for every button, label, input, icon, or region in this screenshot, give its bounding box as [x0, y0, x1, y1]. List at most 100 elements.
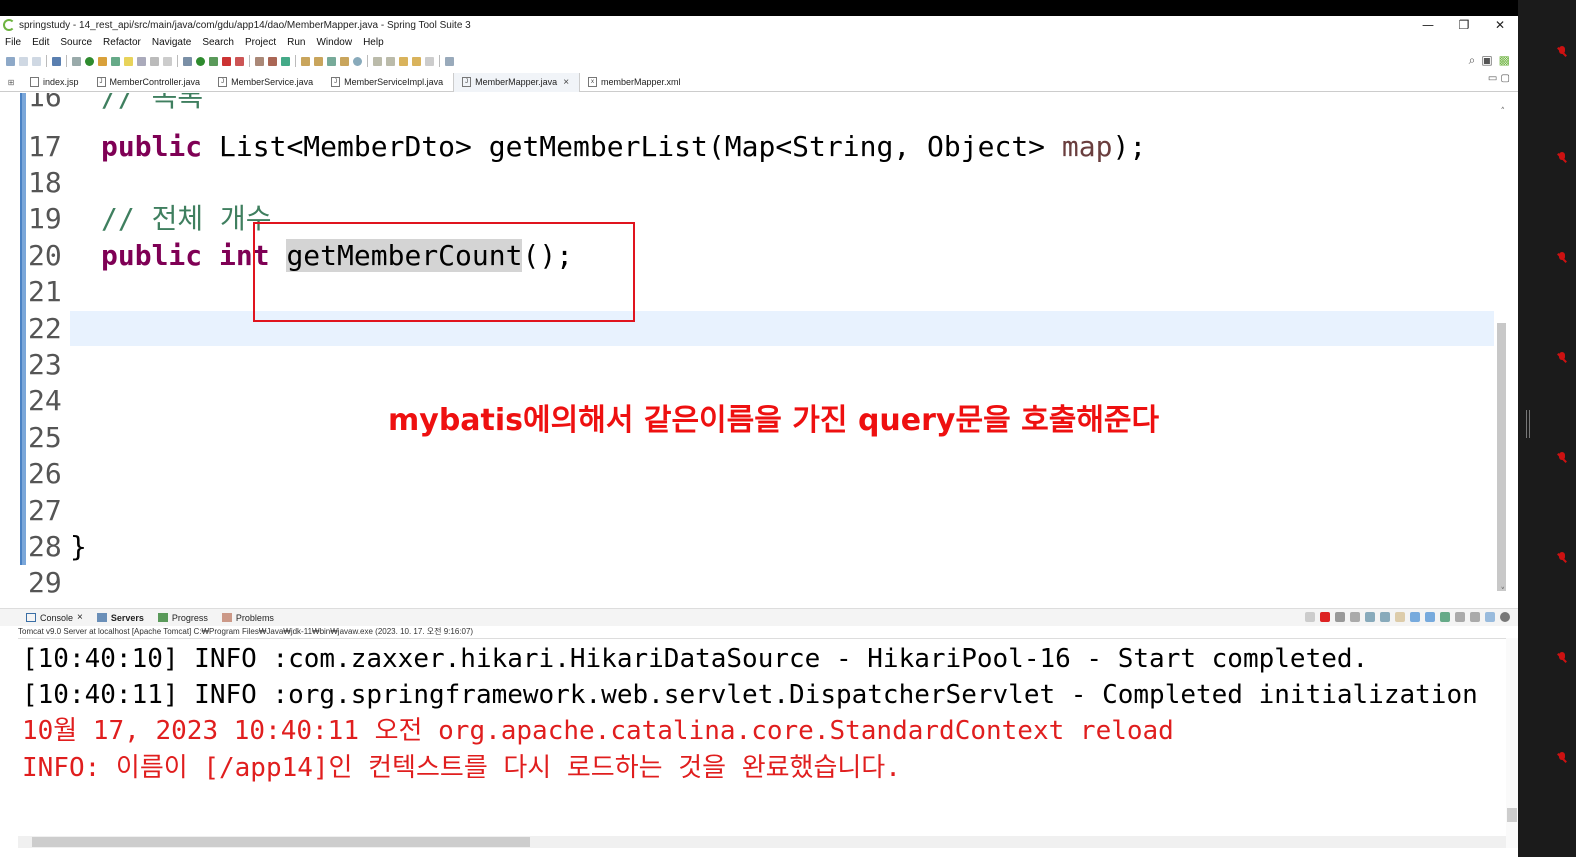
next-annotation-icon[interactable]	[373, 56, 382, 66]
console-vertical-scrollbar[interactable]	[1506, 638, 1518, 848]
search-tool-icon[interactable]	[327, 56, 336, 66]
stop-icon[interactable]	[222, 56, 231, 66]
menu-source[interactable]: Source	[55, 37, 98, 48]
console-toolbar	[1305, 612, 1510, 622]
show-on-stderr-icon[interactable]	[1425, 612, 1435, 622]
line-number: 18	[28, 166, 62, 199]
remove-all-icon[interactable]	[1350, 612, 1360, 622]
external-tools-icon[interactable]	[235, 56, 244, 66]
restore-button[interactable]: ❐	[1446, 16, 1482, 34]
debug-icon[interactable]	[183, 56, 192, 66]
scroll-lock-icon[interactable]	[1380, 612, 1390, 622]
scrollbar-thumb[interactable]	[1497, 323, 1506, 591]
java-file-icon: J	[96, 77, 106, 87]
menu-window[interactable]: Window	[311, 37, 358, 48]
console-horizontal-scrollbar[interactable]	[18, 836, 1506, 848]
mark-occurrences-icon[interactable]	[124, 56, 133, 66]
open-folder-icon[interactable]	[340, 56, 349, 66]
tab-index-jsp[interactable]: index.jsp	[22, 73, 89, 92]
new-class-icon[interactable]	[281, 56, 290, 66]
console-output[interactable]: [10:40:10] INFO :com.zaxxer.hikari.Hikar…	[18, 638, 1506, 834]
line-number: 29	[28, 566, 62, 599]
gear-icon[interactable]	[1500, 612, 1510, 622]
line-number: 27	[28, 494, 62, 527]
menu-help[interactable]: Help	[358, 37, 390, 48]
new-package-icon[interactable]	[268, 56, 277, 66]
pin-editor-icon[interactable]	[445, 56, 454, 66]
muted-mic-icon	[1556, 352, 1568, 364]
close-button[interactable]: ✕	[1482, 16, 1518, 34]
terminate-icon[interactable]	[1320, 612, 1330, 622]
pin-console-icon[interactable]	[1440, 612, 1450, 622]
console-line-error: INFO: 이름이 [/app14]인 컨텍스트를 다시 로드하는 것을 완료했…	[22, 753, 901, 783]
annotation-icon[interactable]	[111, 56, 120, 66]
scrollbar-thumb[interactable]	[32, 837, 530, 847]
forward-icon[interactable]	[425, 56, 434, 66]
open-task-icon[interactable]	[314, 56, 323, 66]
tab-member-service-impl[interactable]: J MemberServiceImpl.java	[323, 73, 453, 92]
close-icon[interactable]: ×	[563, 77, 569, 88]
menu-run[interactable]: Run	[282, 37, 311, 48]
tab-member-mapper-xml[interactable]: x memberMapper.xml	[580, 73, 691, 92]
open-console-icon[interactable]	[1470, 612, 1480, 622]
tab-member-mapper-java[interactable]: J MemberMapper.java ×	[453, 72, 581, 92]
menu-file[interactable]: File	[0, 37, 27, 48]
coverage-icon[interactable]	[209, 56, 218, 66]
menu-project[interactable]: Project	[240, 37, 282, 48]
previous-annotation-icon[interactable]	[386, 56, 395, 66]
minimize-button[interactable]: —	[1410, 16, 1446, 34]
menu-edit[interactable]: Edit	[27, 37, 55, 48]
new-java-project-icon[interactable]	[255, 56, 264, 66]
menu-navigate[interactable]: Navigate	[147, 37, 197, 48]
console-view-menu-icon[interactable]	[1485, 612, 1495, 622]
open-type-icon[interactable]	[301, 56, 310, 66]
code-editor[interactable]: 16 17 18 19 20 21 22 23 24 25 26 27 28 2…	[0, 93, 1518, 601]
refresh-icon[interactable]	[98, 56, 107, 66]
skip-breakpoints-icon[interactable]	[72, 56, 81, 66]
save-all-icon[interactable]	[32, 56, 41, 66]
display-console-icon[interactable]	[1455, 612, 1465, 622]
editor-vertical-scrollbar[interactable]	[1496, 107, 1506, 591]
terminal-icon[interactable]	[52, 56, 61, 66]
tab-console[interactable]: Console ×	[20, 612, 91, 623]
spring-perspective-icon[interactable]: ▩	[1499, 53, 1510, 68]
resize-handle[interactable]	[1526, 410, 1530, 438]
show-whitespace-icon[interactable]	[163, 56, 172, 66]
tab-member-controller[interactable]: J MemberController.java	[89, 73, 211, 92]
code-comment: // 목록	[101, 93, 204, 113]
disconnect-icon[interactable]	[1305, 612, 1315, 622]
close-icon[interactable]: ×	[77, 612, 83, 623]
save-icon[interactable]	[19, 56, 28, 66]
show-on-stdout-icon[interactable]	[1410, 612, 1420, 622]
search-icon[interactable]: ⌕	[1469, 53, 1476, 68]
remove-launch-icon[interactable]	[1335, 612, 1345, 622]
clear-console-icon[interactable]	[1365, 612, 1375, 622]
tab-label: MemberServiceImpl.java	[344, 77, 444, 87]
run-icon[interactable]	[196, 56, 205, 66]
perspective-icon[interactable]: ▣	[1481, 53, 1492, 68]
tab-problems[interactable]: Problems	[216, 613, 282, 623]
block-selection-icon[interactable]	[150, 56, 159, 66]
menu-search[interactable]: Search	[197, 37, 240, 48]
back-icon[interactable]	[412, 56, 421, 66]
jsp-file-icon	[30, 77, 39, 87]
globe-icon[interactable]	[353, 56, 362, 66]
scroll-down-icon[interactable]: ˅	[1501, 587, 1506, 597]
scrollbar-thumb[interactable]	[1507, 808, 1517, 822]
muted-mic-icon	[1556, 152, 1568, 164]
scroll-up-icon[interactable]: ˄	[1501, 107, 1506, 117]
code-keyword: public	[101, 239, 203, 272]
word-wrap-icon[interactable]	[1395, 612, 1405, 622]
tab-servers[interactable]: Servers	[91, 613, 152, 623]
tab-list-icon[interactable]: ⊞	[0, 78, 22, 87]
tab-member-service[interactable]: J MemberService.java	[210, 73, 323, 92]
new-icon[interactable]	[6, 56, 15, 66]
last-edit-icon[interactable]	[399, 56, 408, 66]
toggle-breadcrumb-icon[interactable]	[137, 56, 146, 66]
code-keyword: public	[101, 130, 203, 163]
editor-minimize-maximize-icon[interactable]: ▭ ▢	[1488, 73, 1510, 84]
menu-refactor[interactable]: Refactor	[98, 37, 147, 48]
tab-progress[interactable]: Progress	[152, 613, 216, 623]
tab-label: MemberController.java	[109, 77, 201, 87]
spring-boot-icon[interactable]	[85, 56, 94, 66]
